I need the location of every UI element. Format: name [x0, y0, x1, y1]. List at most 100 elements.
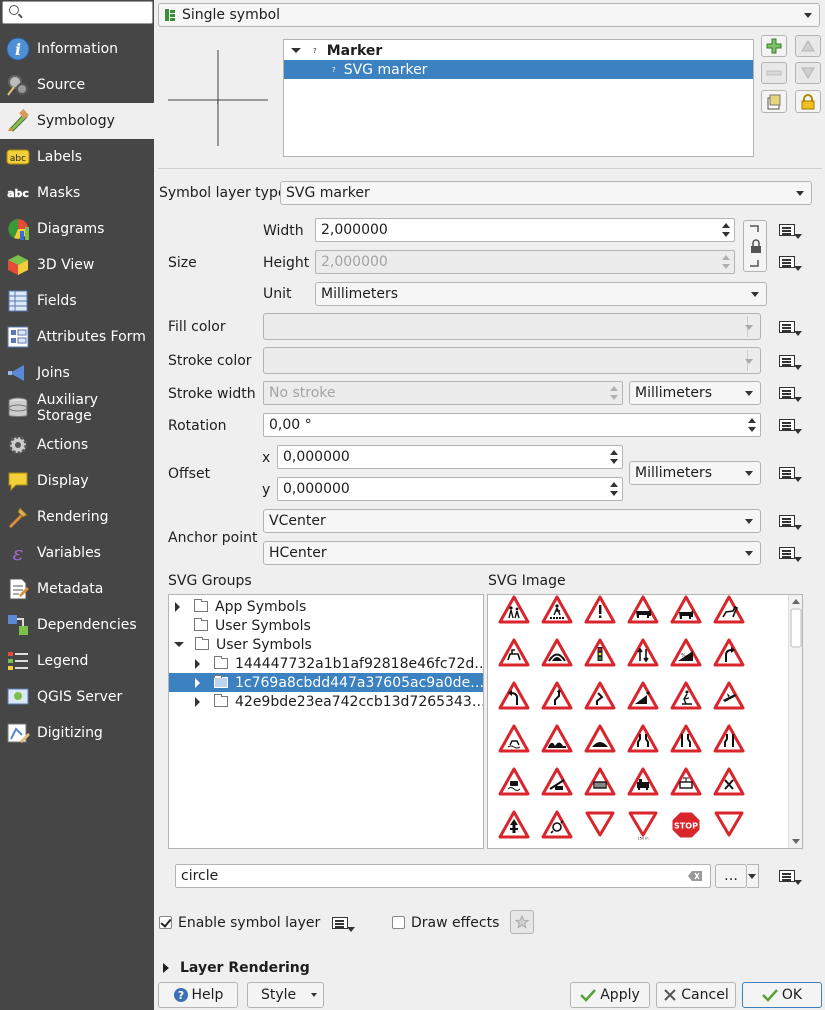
sidebar-item-digitizing[interactable]: Digitizing [0, 715, 154, 751]
svg-group-row[interactable]: App Symbols [169, 597, 483, 616]
warning-curve-right-icon[interactable] [713, 638, 745, 668]
svg-group-row[interactable]: 42e9bde23ea742ccb13d7265343… [169, 692, 483, 711]
warning-roadworks-icon[interactable] [670, 681, 702, 711]
expand-icon[interactable] [175, 601, 180, 612]
help-button[interactable]: ? Help [158, 982, 238, 1008]
stroke-width-data-defined-button[interactable] [775, 383, 803, 405]
expand-icon[interactable] [195, 696, 200, 707]
browse-svg-button[interactable]: … [715, 864, 747, 888]
sidebar-search-input[interactable] [2, 1, 153, 24]
spin-arrows-icon[interactable] [608, 479, 620, 499]
warning-pedestrian-crossing-icon[interactable] [541, 595, 573, 625]
layer-rendering-label[interactable]: Layer Rendering [180, 960, 310, 976]
sidebar-item-3d-view[interactable]: 3D View [0, 247, 154, 283]
warning-uneven-road-icon[interactable] [541, 724, 573, 754]
warning-curve-left-icon[interactable] [498, 681, 530, 711]
stroke-color-button[interactable] [263, 347, 761, 374]
apply-button[interactable]: Apply [570, 982, 650, 1008]
warning-double-curve-icon[interactable] [541, 681, 573, 711]
warning-two-way-traffic-icon[interactable] [627, 638, 659, 668]
enable-layer-data-defined-button[interactable] [328, 913, 356, 935]
horizontal-anchor-data-defined-button[interactable] [775, 543, 803, 565]
warning-deer-icon[interactable] [713, 595, 745, 625]
warning-traffic-lights-icon[interactable] [584, 638, 616, 668]
warning-steep-descent-icon[interactable]: % [670, 638, 702, 668]
svg-group-row[interactable]: 144447732a1b1af92818e46fc72d… [169, 654, 483, 673]
yield-sign-icon[interactable] [584, 810, 616, 840]
sidebar-item-source[interactable]: Source [0, 67, 154, 103]
tree-row-marker[interactable]: ? Marker [284, 41, 753, 60]
ok-button[interactable]: OK [742, 982, 822, 1008]
tree-row-svg-marker[interactable]: ? SVG marker [284, 60, 753, 79]
offset-x-spinbox[interactable]: 0,000000 [277, 445, 623, 469]
warning-two-children-icon[interactable] [498, 595, 530, 625]
height-data-defined-button[interactable] [775, 252, 803, 274]
expand-icon[interactable] [195, 677, 200, 688]
sidebar-item-display[interactable]: Display [0, 463, 154, 499]
sidebar-item-qgis-server[interactable]: QGIS Server [0, 679, 154, 715]
svg-path-data-defined-button[interactable] [775, 866, 803, 888]
expand-icon[interactable] [163, 963, 169, 973]
sidebar-item-fields[interactable]: Fields [0, 283, 154, 319]
spin-arrows-icon[interactable] [608, 447, 620, 467]
sidebar-item-legend[interactable]: Legend [0, 643, 154, 679]
warning-roundabout-icon[interactable] [541, 810, 573, 840]
stroke-width-unit-combo[interactable]: Millimeters [629, 381, 761, 405]
warning-slippery-road-icon[interactable] [498, 724, 530, 754]
clear-icon[interactable] [688, 871, 702, 881]
draw-effects-button[interactable] [510, 910, 534, 934]
horizontal-anchor-combo[interactable]: HCenter [263, 541, 761, 565]
sidebar-item-rendering[interactable]: Rendering [0, 499, 154, 535]
renderer-type-combo[interactable]: Single symbol [158, 3, 820, 27]
sidebar-item-attributes-form[interactable]: Attributes Form [0, 319, 154, 355]
warning-crossroads-icon[interactable] [713, 767, 745, 797]
yield-distance-sign-icon[interactable]: 150 m [627, 810, 659, 841]
sidebar-item-auxiliary-storage[interactable]: Auxiliary Storage [0, 389, 154, 427]
duplicate-layer-button[interactable] [761, 90, 787, 113]
sidebar-item-symbology[interactable]: Symbology [0, 103, 154, 139]
svg-group-row[interactable]: User Symbols [169, 616, 483, 635]
sidebar-item-labels[interactable]: abc Labels [0, 139, 154, 175]
spin-arrows-icon[interactable] [746, 415, 758, 435]
sidebar-item-actions[interactable]: Actions [0, 427, 154, 463]
offset-y-spinbox[interactable]: 0,000000 [277, 477, 623, 501]
enable-symbol-layer-checkbox[interactable] [159, 916, 172, 929]
symbol-layer-tree[interactable]: ? Marker ? SVG marker [283, 39, 754, 157]
width-data-defined-button[interactable] [775, 220, 803, 242]
spin-arrows-icon[interactable] [720, 252, 732, 272]
lock-aspect-ratio-button[interactable] [743, 220, 767, 272]
svg-image-scrollbar[interactable] [788, 595, 802, 848]
expand-icon[interactable] [195, 658, 200, 669]
collapse-icon[interactable] [174, 642, 184, 647]
rotation-spinbox[interactable]: 0,00 ° [263, 413, 761, 437]
svg-group-row[interactable]: 1c769a8cbdd447a37605ac9a0de… [169, 673, 483, 692]
stop-sign-icon[interactable]: STOP [670, 810, 702, 840]
sidebar-item-masks[interactable]: abc Masks [0, 175, 154, 211]
move-down-button[interactable] [795, 62, 821, 84]
warning-road-narrows-icon[interactable] [670, 724, 702, 754]
yield-stop-ahead-icon[interactable] [713, 810, 745, 840]
spin-arrows-icon[interactable] [608, 383, 620, 403]
warning-level-crossing-icon[interactable] [584, 767, 616, 797]
offset-data-defined-button[interactable] [775, 463, 803, 485]
warning-tunnel-icon[interactable] [541, 638, 573, 668]
warning-aircraft-icon[interactable] [713, 681, 745, 711]
warning-cattle-icon[interactable] [627, 595, 659, 625]
svg-groups-tree[interactable]: App Symbols User Symbols User Symbols 14444… [168, 594, 484, 849]
warning-tram-icon[interactable] [670, 767, 702, 797]
warning-priority-road-icon[interactable] [498, 810, 530, 840]
sidebar-item-dependencies[interactable]: Dependencies [0, 607, 154, 643]
size-unit-combo[interactable]: Millimeters [315, 282, 767, 306]
sidebar-item-diagrams[interactable]: Diagrams [0, 211, 154, 247]
stroke-color-data-defined-button[interactable] [775, 351, 803, 373]
warning-exclamation-icon[interactable] [584, 595, 616, 625]
warning-road-narrows-left-icon[interactable] [713, 724, 745, 754]
warning-level-crossing-barrier-icon[interactable] [541, 767, 573, 797]
stroke-width-spinbox[interactable]: No stroke [263, 381, 623, 405]
warning-train-icon[interactable] [627, 767, 659, 797]
remove-symbol-layer-button[interactable] [761, 62, 787, 84]
warning-falling-rocks-icon[interactable] [627, 681, 659, 711]
vertical-anchor-combo[interactable]: VCenter [263, 509, 761, 533]
sidebar-item-metadata[interactable]: Metadata [0, 571, 154, 607]
style-menu-button[interactable]: Style [247, 982, 324, 1008]
